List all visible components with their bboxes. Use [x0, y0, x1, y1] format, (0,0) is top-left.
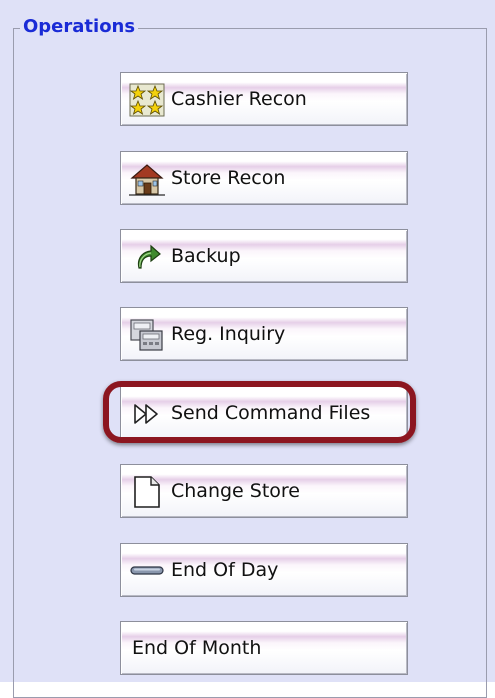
bar-icon: [130, 566, 164, 575]
cashier-recon-button[interactable]: Cashier Recon: [120, 72, 408, 126]
reg-inquiry-label: Reg. Inquiry: [171, 323, 286, 345]
highlight-ring: [103, 381, 416, 443]
operations-groupbox: [13, 28, 487, 698]
cashier-recon-label: Cashier Recon: [171, 88, 307, 110]
change-store-label: Change Store: [171, 480, 301, 502]
end-of-day-button[interactable]: End Of Day: [120, 543, 408, 597]
cashier-stars-icon: [129, 83, 165, 117]
reg-inquiry-button[interactable]: Reg. Inquiry: [120, 307, 408, 361]
store-house-icon: [129, 164, 165, 196]
register-inquiry-icon: [130, 319, 163, 351]
end-of-day-label: End Of Day: [171, 559, 279, 581]
store-recon-button[interactable]: Store Recon: [120, 151, 408, 205]
operations-panel: Operations Cashier Recon Store Recon Bac…: [0, 0, 495, 698]
backup-label: Backup: [171, 245, 241, 267]
change-store-button[interactable]: Change Store: [120, 464, 408, 518]
end-of-month-label: End Of Month: [132, 637, 262, 659]
end-of-month-button[interactable]: End Of Month: [120, 621, 408, 675]
store-recon-label: Store Recon: [171, 167, 286, 189]
backup-arrow-icon: [137, 244, 161, 269]
operations-group-title: Operations: [20, 16, 139, 38]
backup-button[interactable]: Backup: [120, 229, 408, 283]
document-page-icon: [134, 476, 160, 508]
